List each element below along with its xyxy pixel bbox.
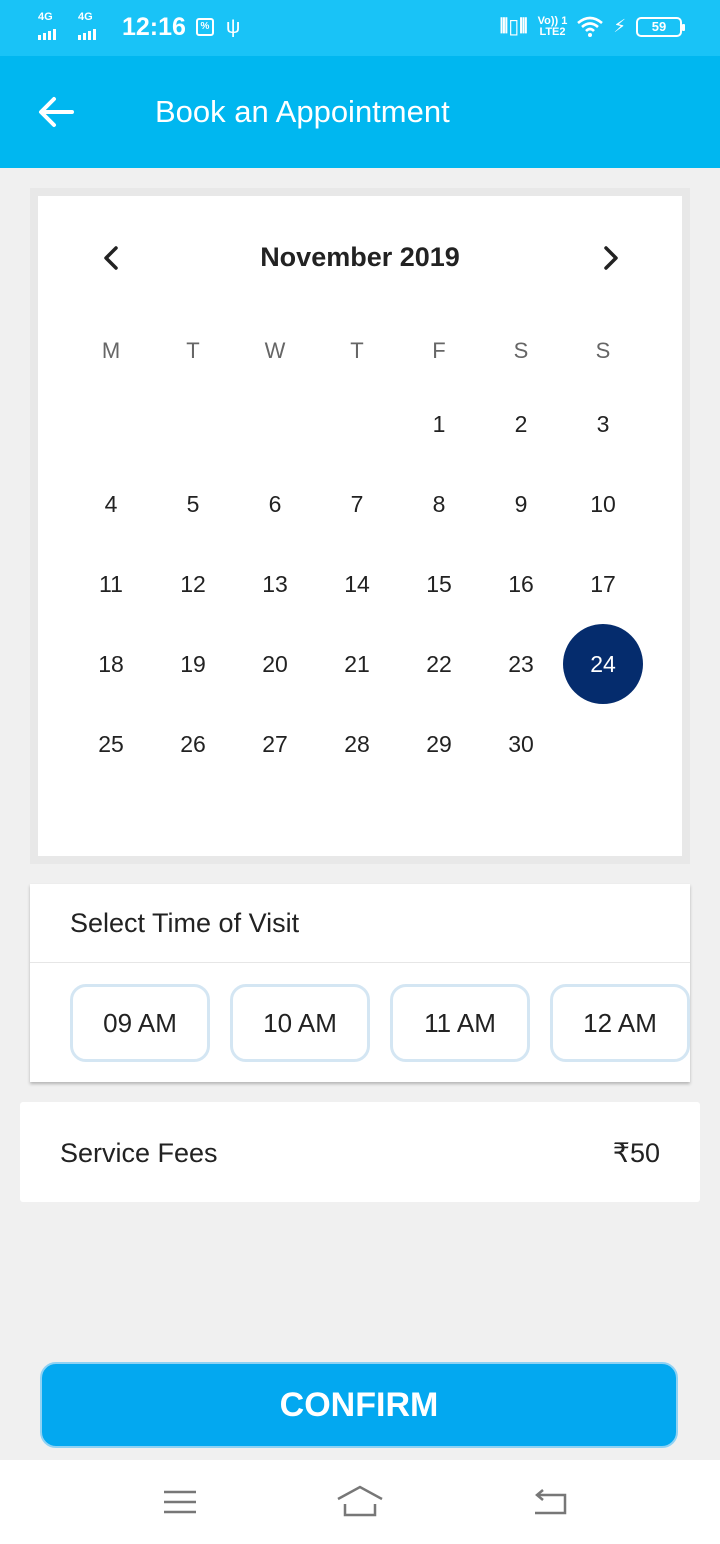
calendar-day[interactable]: 30	[481, 704, 561, 784]
calendar-card: November 2019 M T W T F S S 1 2 3 4 5 6 7 8 9 10 11 12 13 14…	[30, 188, 690, 864]
weekday-label: M	[101, 338, 121, 363]
calendar-day[interactable]: 1	[399, 384, 479, 464]
next-month-button[interactable]	[590, 238, 630, 278]
app-bar: Book an Appointment	[0, 56, 720, 168]
nav-back-button[interactable]	[525, 1482, 575, 1522]
nav-menu-button[interactable]	[155, 1482, 205, 1522]
weekday-label: S	[595, 338, 611, 363]
calendar-day[interactable]: 5	[153, 464, 233, 544]
calendar-day[interactable]: 20	[235, 624, 315, 704]
calendar-day[interactable]: 2	[481, 384, 561, 464]
usb-icon: ψ	[225, 15, 241, 38]
time-slot-button[interactable]: 09 AM	[70, 984, 210, 1062]
service-fees-label: Service Fees	[60, 1138, 218, 1168]
network-1-label: 4G	[38, 11, 53, 23]
calendar-day[interactable]: 21	[317, 624, 397, 704]
calendar-day[interactable]: 15	[399, 544, 479, 624]
divider	[30, 962, 690, 963]
weekday-label: T	[350, 338, 364, 363]
service-fees-value: ₹50	[612, 1138, 660, 1168]
weekday-label: S	[513, 338, 529, 363]
calendar-day[interactable]: 27	[235, 704, 315, 784]
calendar-day[interactable]: 3	[563, 384, 643, 464]
weekday-label: T	[186, 338, 200, 363]
calendar-day[interactable]: 10	[563, 464, 643, 544]
calendar: November 2019 M T W T F S S 1 2 3 4 5 6 7 8 9 10 11 12 13 14…	[38, 196, 682, 856]
calendar-day[interactable]: 16	[481, 544, 561, 624]
weekday-label: F	[432, 338, 446, 363]
arrow-left-icon	[39, 97, 74, 127]
menu-icon	[164, 1490, 196, 1514]
system-nav-bar	[0, 1460, 720, 1544]
time-of-visit-title: Select Time of Visit	[70, 908, 300, 938]
calendar-day[interactable]: 26	[153, 704, 233, 784]
calendar-day[interactable]: 18	[71, 624, 151, 704]
status-right: ⫴▯⫴ Vo)) 1 LTE2 ⚡ 59	[499, 14, 685, 39]
calendar-day[interactable]: 4	[71, 464, 151, 544]
signal-2-icon: 4G	[78, 11, 112, 42]
status-time: 12:16	[122, 12, 186, 41]
calendar-day[interactable]: 12	[153, 544, 233, 624]
calendar-day[interactable]: 14	[317, 544, 397, 624]
chevron-right-icon	[604, 246, 618, 270]
time-slot-button[interactable]: 12 AM	[550, 984, 690, 1062]
status-bar: 4G 4G 12:16 % ψ ⫴▯⫴ Vo)) 1 LTE2 ⚡ 59	[0, 0, 720, 56]
charging-icon: ⚡	[613, 16, 626, 36]
calendar-day-selected[interactable]: 24	[563, 624, 643, 704]
calendar-day[interactable]: 17	[563, 544, 643, 624]
time-slot-button[interactable]: 10 AM	[230, 984, 370, 1062]
nav-home-button[interactable]	[335, 1482, 385, 1522]
weekday-label: W	[264, 338, 286, 363]
status-left: 4G 4G 12:16 % ψ	[38, 11, 241, 42]
month-title: November 2019	[260, 242, 460, 272]
calendar-day[interactable]: 8	[399, 464, 479, 544]
time-of-visit-card: Select Time of Visit 09 AM 10 AM 11 AM 12 A…	[30, 884, 690, 1082]
confirm-button[interactable]: CONFIRM	[40, 1362, 678, 1448]
page-title: Book an Appointment	[155, 94, 450, 129]
home-icon	[337, 1485, 383, 1517]
calendar-day[interactable]: 7	[317, 464, 397, 544]
back-button[interactable]	[36, 92, 76, 132]
network-2-label: 4G	[78, 11, 93, 23]
calendar-day[interactable]: 9	[481, 464, 561, 544]
calendar-day[interactable]: 6	[235, 464, 315, 544]
volte-bottom-label: LTE2	[539, 25, 566, 38]
return-icon	[535, 1489, 567, 1515]
calendar-day[interactable]: 23	[481, 624, 561, 704]
calendar-day[interactable]: 22	[399, 624, 479, 704]
calendar-day[interactable]: 29	[399, 704, 479, 784]
service-fees-card: Service Fees ₹50	[20, 1102, 700, 1202]
time-slot-button[interactable]: 11 AM	[390, 984, 530, 1062]
calendar-day[interactable]: 28	[317, 704, 397, 784]
battery-level: 59	[651, 18, 667, 34]
signal-1-icon: 4G	[38, 11, 72, 42]
calendar-day[interactable]: 13	[235, 544, 315, 624]
calendar-day[interactable]: 19	[153, 624, 233, 704]
calendar-day[interactable]: 11	[71, 544, 151, 624]
battery-icon: 59	[636, 16, 685, 37]
notification-box-icon: %	[195, 18, 214, 36]
volte-indicator: Vo)) 1 LTE2	[538, 15, 568, 38]
calendar-day[interactable]: 25	[71, 704, 151, 784]
wifi-icon	[577, 16, 604, 37]
vibrate-icon: ⫴▯⫴	[499, 16, 528, 38]
